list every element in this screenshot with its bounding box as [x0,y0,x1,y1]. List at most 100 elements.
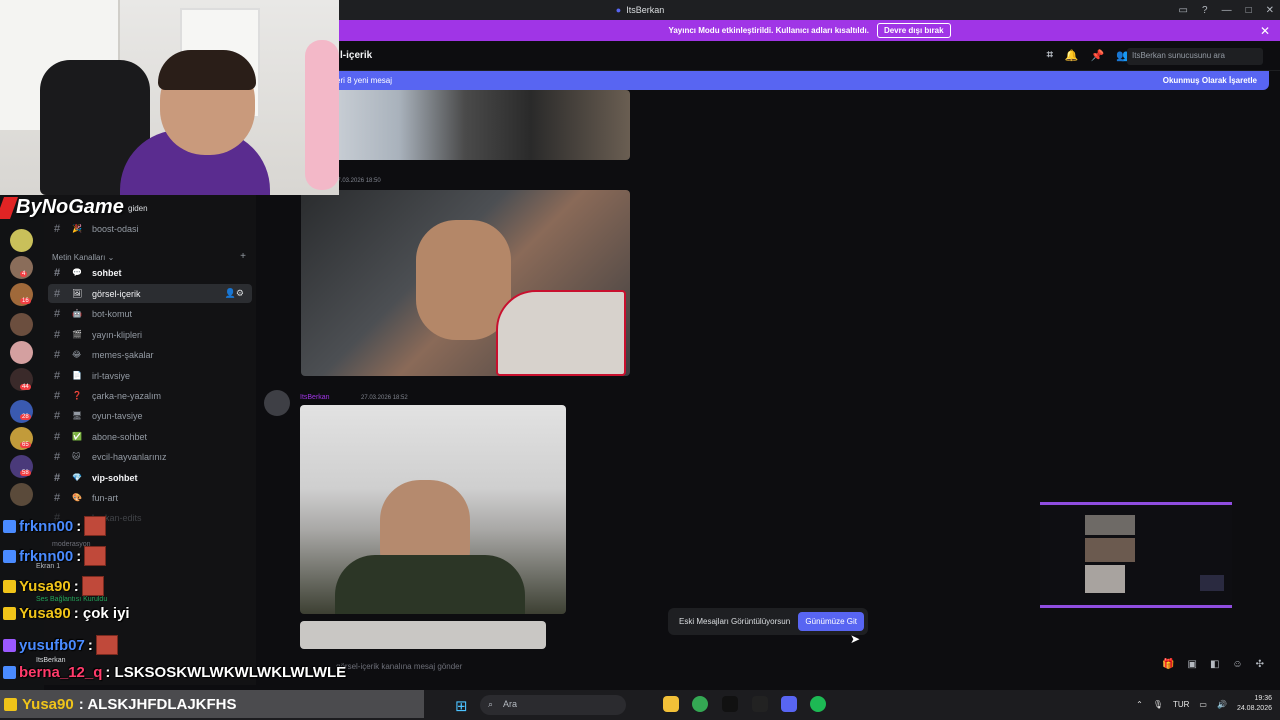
channel-bot-komut[interactable]: # 🤖 bot-komut [48,304,252,323]
streamer-mode-banner: Yayıncı Modu etkinleştirildi. Kullanıcı … [339,20,1280,41]
sticker-icon[interactable]: ◧ [1210,659,1219,670]
stream-preview-thumbnail[interactable] [1040,502,1232,608]
channel-label: boost-odasi [92,223,139,234]
message-image[interactable] [300,90,630,160]
notification-bell-icon[interactable]: 🔔 [1065,49,1079,62]
taskbar-search[interactable]: ⌕ Ara [480,695,626,715]
hash-icon: # [54,287,61,300]
inset-image [496,290,626,376]
channel-boost-odasi[interactable]: # 🎉 boost-odasi [48,219,252,238]
threads-icon[interactable]: ⌗ [1047,49,1053,62]
channel-gorsel-icerik[interactable]: # 🖼 görsel-içerik 👤⚙ [48,284,252,303]
server-icon[interactable] [10,313,33,336]
chrome-icon[interactable] [692,696,708,712]
inbox-icon[interactable]: ▭ [1179,5,1188,16]
banner-text: Yayıncı Modu etkinleştirildi. Kullanıcı … [668,26,869,35]
message-image[interactable] [301,190,630,376]
gift-icon[interactable]: 🎁 [1162,659,1174,670]
taskbar-search-label: Ara [503,699,518,709]
channel-emoji: 🎨 [72,493,82,502]
emote-image [81,576,104,596]
hash-icon: # [54,450,61,463]
chat-text: : [73,577,79,595]
microphone-icon[interactable]: 🎙 [1153,700,1163,709]
message-username[interactable]: ItsBerkan [300,394,330,401]
language-indicator[interactable]: TUR [1173,700,1189,709]
chat-text: : [76,517,82,535]
user-avatar[interactable] [264,390,290,416]
pin-icon[interactable]: 📌 [1091,49,1105,62]
server-icon[interactable] [10,341,33,364]
message-image[interactable] [300,405,566,614]
jump-to-present-button[interactable]: Günümüze Git [798,612,864,631]
channel-emoji: 🤖 [72,309,82,318]
maximize-icon[interactable]: □ [1246,5,1252,16]
channel-oyun-tavsiye[interactable]: # 🖥 oyun-tavsiye [48,406,252,425]
unread-badge: 58 [20,470,31,476]
old-messages-text: Eski Mesajları Görüntülüyorsun [679,617,791,626]
channel-carka-ne-yazalim[interactable]: # ❓ çarka-ne-yazalım [48,386,252,405]
gif-icon[interactable]: ▣ [1187,659,1196,670]
channel-fun-art[interactable]: # 🎨 fun-art [48,488,252,507]
channel-emoji: ❓ [72,391,82,400]
channel-irl-tavsiye[interactable]: # 📄 irl-tavsiye [48,366,252,385]
badge-icon [3,666,16,679]
chat-username: berna_12_q [19,664,103,681]
close-icon[interactable]: ✕ [1266,5,1274,16]
discord-taskbar-icon[interactable] [781,696,797,712]
chat-username: yusufb07 [19,636,85,654]
server-icon[interactable] [10,483,33,506]
channel-memes-sakalar[interactable]: # 😂 memes-şakalar [48,345,252,364]
apps-icon[interactable]: ✣ [1256,659,1264,670]
spotify-icon[interactable] [810,696,826,712]
hash-icon: # [54,430,61,443]
app-icon[interactable] [752,696,768,712]
server-search-input[interactable]: ItsBerkan sunucusunu ara [1127,48,1263,65]
channel-label: memes-şakalar [92,349,154,360]
volume-icon[interactable]: 🔊 [1217,700,1227,709]
mark-as-read-button[interactable]: Okunmuş Olarak İşaretle [1163,76,1257,85]
discord-icon: ● [615,5,622,15]
channel-settings-icon[interactable]: 👤⚙ [225,288,244,299]
chat-line: frknn00: [3,546,107,566]
channel-abone-sohbet[interactable]: # ✅ abone-sohbet [48,427,252,446]
pink-plush [305,40,339,190]
add-channel-icon[interactable]: + [240,251,246,262]
channel-emoji: 📄 [72,371,82,380]
channel-sohbet[interactable]: # 💬 sohbet [48,263,252,282]
channel-label: evcil-hayvanlarınız [92,451,167,462]
channel-evcil-hayvanlariniz[interactable]: # 🐱 evcil-hayvanlarınız [48,447,252,466]
minimize-icon[interactable]: — [1222,5,1232,16]
channel-yayin-klipleri[interactable]: # 🎬 yayın-klipleri [48,325,252,344]
disable-streamer-mode-button[interactable]: Devre dışı bırak [876,23,951,38]
clock[interactable]: 19:36 24.08.2026 [1237,694,1272,714]
badge-icon [3,638,16,652]
emoji-icon[interactable]: ☺ [1232,659,1242,670]
server-icon[interactable] [10,229,33,252]
chevron-up-icon[interactable]: ⌃ [1136,700,1143,709]
file-explorer-icon[interactable] [663,696,679,712]
sponsor-logo-text: ByNoGame [16,196,124,218]
emote-image [84,546,107,566]
composer-placeholder: görsel-içerik kanalına mesaj gönder [336,661,463,671]
voice-status: Ses Bağlantısı Kuruldu [36,596,108,603]
channel-label: abone-sohbet [92,431,148,442]
message-composer[interactable]: görsel-içerik kanalına mesaj gönder 🎁 ▣ … [264,655,1272,677]
windows-start-icon[interactable]: ⊞ [455,697,468,715]
clock-time: 19:36 [1254,695,1272,702]
new-messages-bar[interactable]: eri 8 yeni mesaj Okunmuş Olarak İşaretle [330,71,1269,90]
preview-image [1085,538,1135,562]
app-icon[interactable] [722,696,738,712]
network-icon[interactable]: ▭ [1199,700,1207,709]
banner-close-icon[interactable]: ✕ [1260,24,1270,38]
message-image[interactable] [300,621,546,649]
channel-vip-sohbet[interactable]: # 💎 vip-sohbet [48,468,252,487]
sidebar-top-label: giden [128,204,148,213]
hash-icon: # [54,348,61,361]
hash-icon: # [54,471,61,484]
channel-label: yayın-klipleri [92,329,143,340]
channel-emoji: 🖥 [72,411,83,420]
category-text-channels[interactable]: Metin Kanalları ⌄ [52,253,114,262]
channel-label: sohbet [92,267,122,278]
help-icon[interactable]: ? [1202,5,1208,16]
